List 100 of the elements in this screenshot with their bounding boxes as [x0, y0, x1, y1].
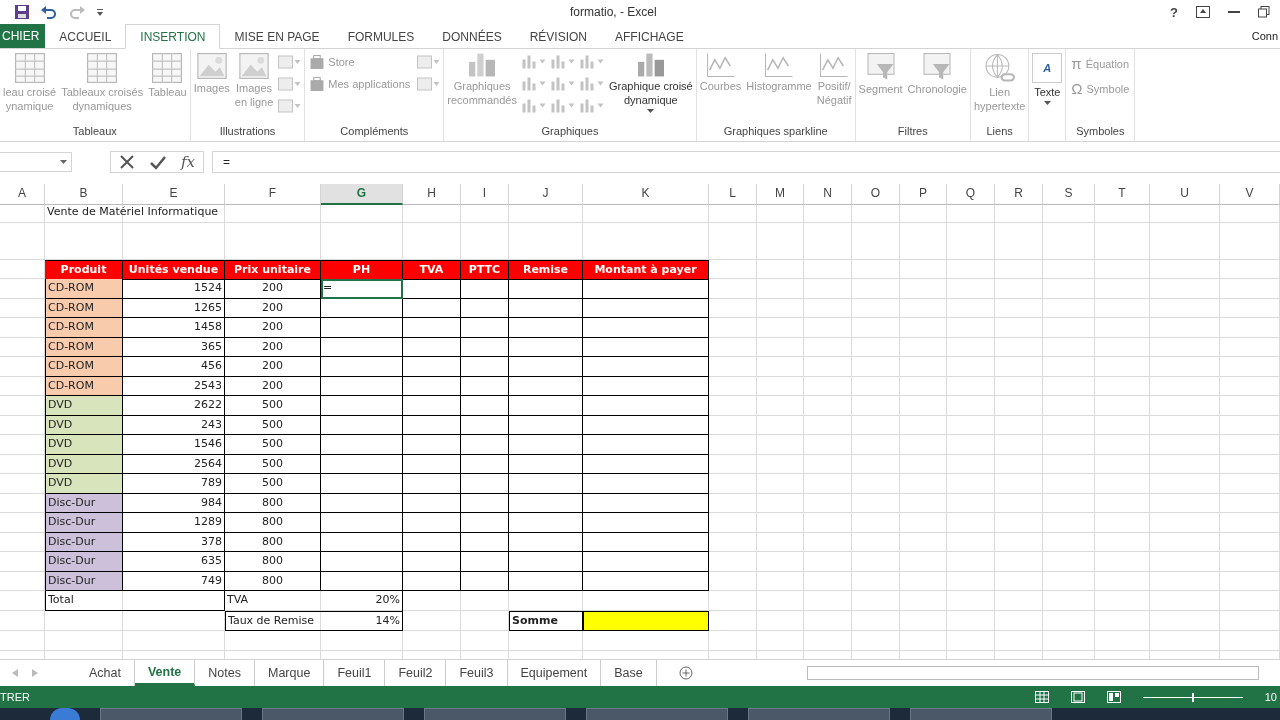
taskbar-button[interactable]: [748, 708, 890, 720]
table-cell: [461, 552, 509, 572]
column-header[interactable]: U: [1150, 184, 1220, 205]
zoom-thumb[interactable]: [1191, 692, 1194, 702]
column-header[interactable]: J: [509, 184, 583, 205]
table-cell: 243: [123, 415, 225, 435]
column-header[interactable]: Q: [947, 184, 995, 205]
column-header[interactable]: M: [757, 184, 804, 205]
table-cell: [461, 513, 509, 533]
column-header-cell: PH: [321, 260, 403, 280]
ribbon-display-icon[interactable]: [1196, 6, 1210, 18]
account-link[interactable]: Conn: [1251, 30, 1280, 42]
ribbon-button[interactable]: A Texte: [1030, 51, 1065, 107]
table-cell: [461, 318, 509, 338]
table-cell: [461, 435, 509, 455]
help-button[interactable]: ?: [1170, 4, 1178, 20]
scroll-left-icon[interactable]: [12, 669, 18, 677]
image-icon: [196, 53, 227, 79]
column-header[interactable]: E: [123, 184, 225, 205]
ribbon-tab[interactable]: RÉVISION: [515, 24, 601, 49]
ribbon-tab[interactable]: AFFICHAGE: [601, 24, 698, 49]
table-cell: [403, 298, 461, 318]
line-chart-icon: [820, 53, 849, 77]
page-layout-icon[interactable]: [1070, 691, 1085, 703]
column-header[interactable]: P: [900, 184, 947, 205]
column-header[interactable]: B: [45, 184, 123, 205]
taskbar-button[interactable]: [424, 708, 566, 720]
ribbon-tab[interactable]: INSERTION: [125, 24, 221, 49]
column-header[interactable]: N: [804, 184, 852, 205]
table-cell: 200: [225, 298, 321, 318]
zoom-level[interactable]: 10: [1264, 691, 1277, 703]
column-header[interactable]: F: [225, 184, 321, 205]
check-icon[interactable]: [149, 154, 167, 170]
column-header-cell: Unités vendue: [123, 260, 225, 280]
column-header[interactable]: A: [0, 184, 45, 205]
product-cell: CD-ROM: [45, 337, 123, 357]
table-cell: 500: [225, 474, 321, 494]
ribbon-tab[interactable]: DONNÉES: [428, 24, 516, 49]
bag-icon: [310, 77, 325, 91]
column-header[interactable]: O: [852, 184, 900, 205]
ribbon-tab[interactable]: ACCUEIL: [45, 24, 126, 49]
column-header[interactable]: H: [403, 184, 461, 205]
table-cell: 500: [225, 396, 321, 416]
insert-function-button[interactable]: fx: [181, 153, 195, 171]
table-cell: 2622: [123, 396, 225, 416]
ribbon-button[interactable]: Graphique croisé dynamique: [606, 51, 695, 115]
taskbar-button[interactable]: [910, 708, 1052, 720]
column-header[interactable]: G: [321, 184, 403, 205]
table-cell: 1289: [123, 513, 225, 533]
column-header[interactable]: S: [1043, 184, 1095, 205]
customize-icon[interactable]: [96, 7, 104, 17]
column-header[interactable]: R: [995, 184, 1043, 205]
tile-icon: [278, 99, 302, 113]
table-cell: 800: [225, 552, 321, 572]
tile-icon: [278, 55, 302, 69]
table-icon: [152, 53, 183, 83]
table-cell: 500: [225, 435, 321, 455]
taskbar-button[interactable]: [586, 708, 728, 720]
page-break-icon[interactable]: [1106, 691, 1121, 703]
save-icon[interactable]: [14, 4, 30, 20]
group-label: Filtres: [896, 125, 929, 139]
table-cell: 2543: [123, 376, 225, 396]
product-cell: CD-ROM: [45, 376, 123, 396]
table-cell: [403, 318, 461, 338]
bag-icon: [310, 55, 325, 69]
dropdown-caret-icon[interactable]: [60, 160, 67, 164]
table-cell: [461, 571, 509, 591]
column-header[interactable]: V: [1220, 184, 1280, 205]
start-button[interactable]: [50, 708, 80, 720]
normal-view-icon[interactable]: [1034, 691, 1049, 703]
table-cell: 200: [225, 337, 321, 357]
file-tab[interactable]: CHIER: [0, 24, 46, 48]
taskbar-button[interactable]: [262, 708, 404, 720]
table-cell: [461, 376, 509, 396]
table-cell: [403, 532, 461, 552]
group-label: Graphiques: [540, 125, 600, 139]
sheet-tab[interactable]: Vente: [134, 660, 196, 686]
column-header[interactable]: T: [1095, 184, 1150, 205]
table-cell: 800: [225, 571, 321, 591]
redo-icon[interactable]: [68, 4, 86, 20]
table-cell: [403, 571, 461, 591]
ribbon-tab[interactable]: MISE EN PAGE: [220, 24, 334, 49]
taskbar-button[interactable]: [100, 708, 242, 720]
cancel-icon[interactable]: [119, 154, 135, 170]
column-header[interactable]: L: [709, 184, 757, 205]
column-header[interactable]: I: [461, 184, 509, 205]
product-cell: DVD: [45, 454, 123, 474]
ribbon-tab[interactable]: FORMULES: [333, 24, 429, 49]
table-cell: [461, 454, 509, 474]
undo-icon[interactable]: [40, 4, 58, 20]
scroll-right-icon[interactable]: [32, 669, 38, 677]
restore-icon[interactable]: [1258, 6, 1270, 18]
horizontal-scrollbar[interactable]: [806, 666, 1259, 680]
table-cell: [403, 513, 461, 533]
minimize-icon[interactable]: [1228, 10, 1240, 14]
somme-label: Somme: [509, 610, 583, 631]
formula-field[interactable]: =: [212, 151, 1280, 173]
add-sheet-icon[interactable]: [678, 666, 693, 680]
active-cell[interactable]: =: [321, 279, 403, 299]
column-header[interactable]: K: [583, 184, 709, 205]
